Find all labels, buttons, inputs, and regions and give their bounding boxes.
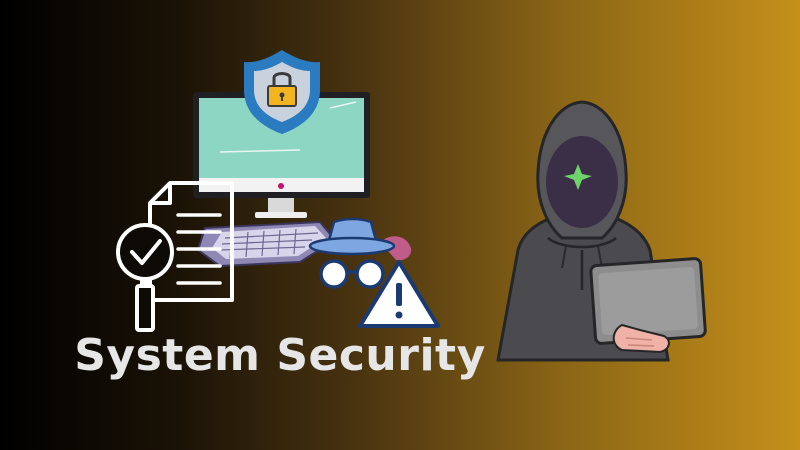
banner: System Security xyxy=(0,0,800,450)
magnifier-icon xyxy=(116,223,174,332)
laptop-icon xyxy=(589,257,707,354)
illustration xyxy=(116,50,707,362)
page-title: System Security xyxy=(74,330,486,381)
